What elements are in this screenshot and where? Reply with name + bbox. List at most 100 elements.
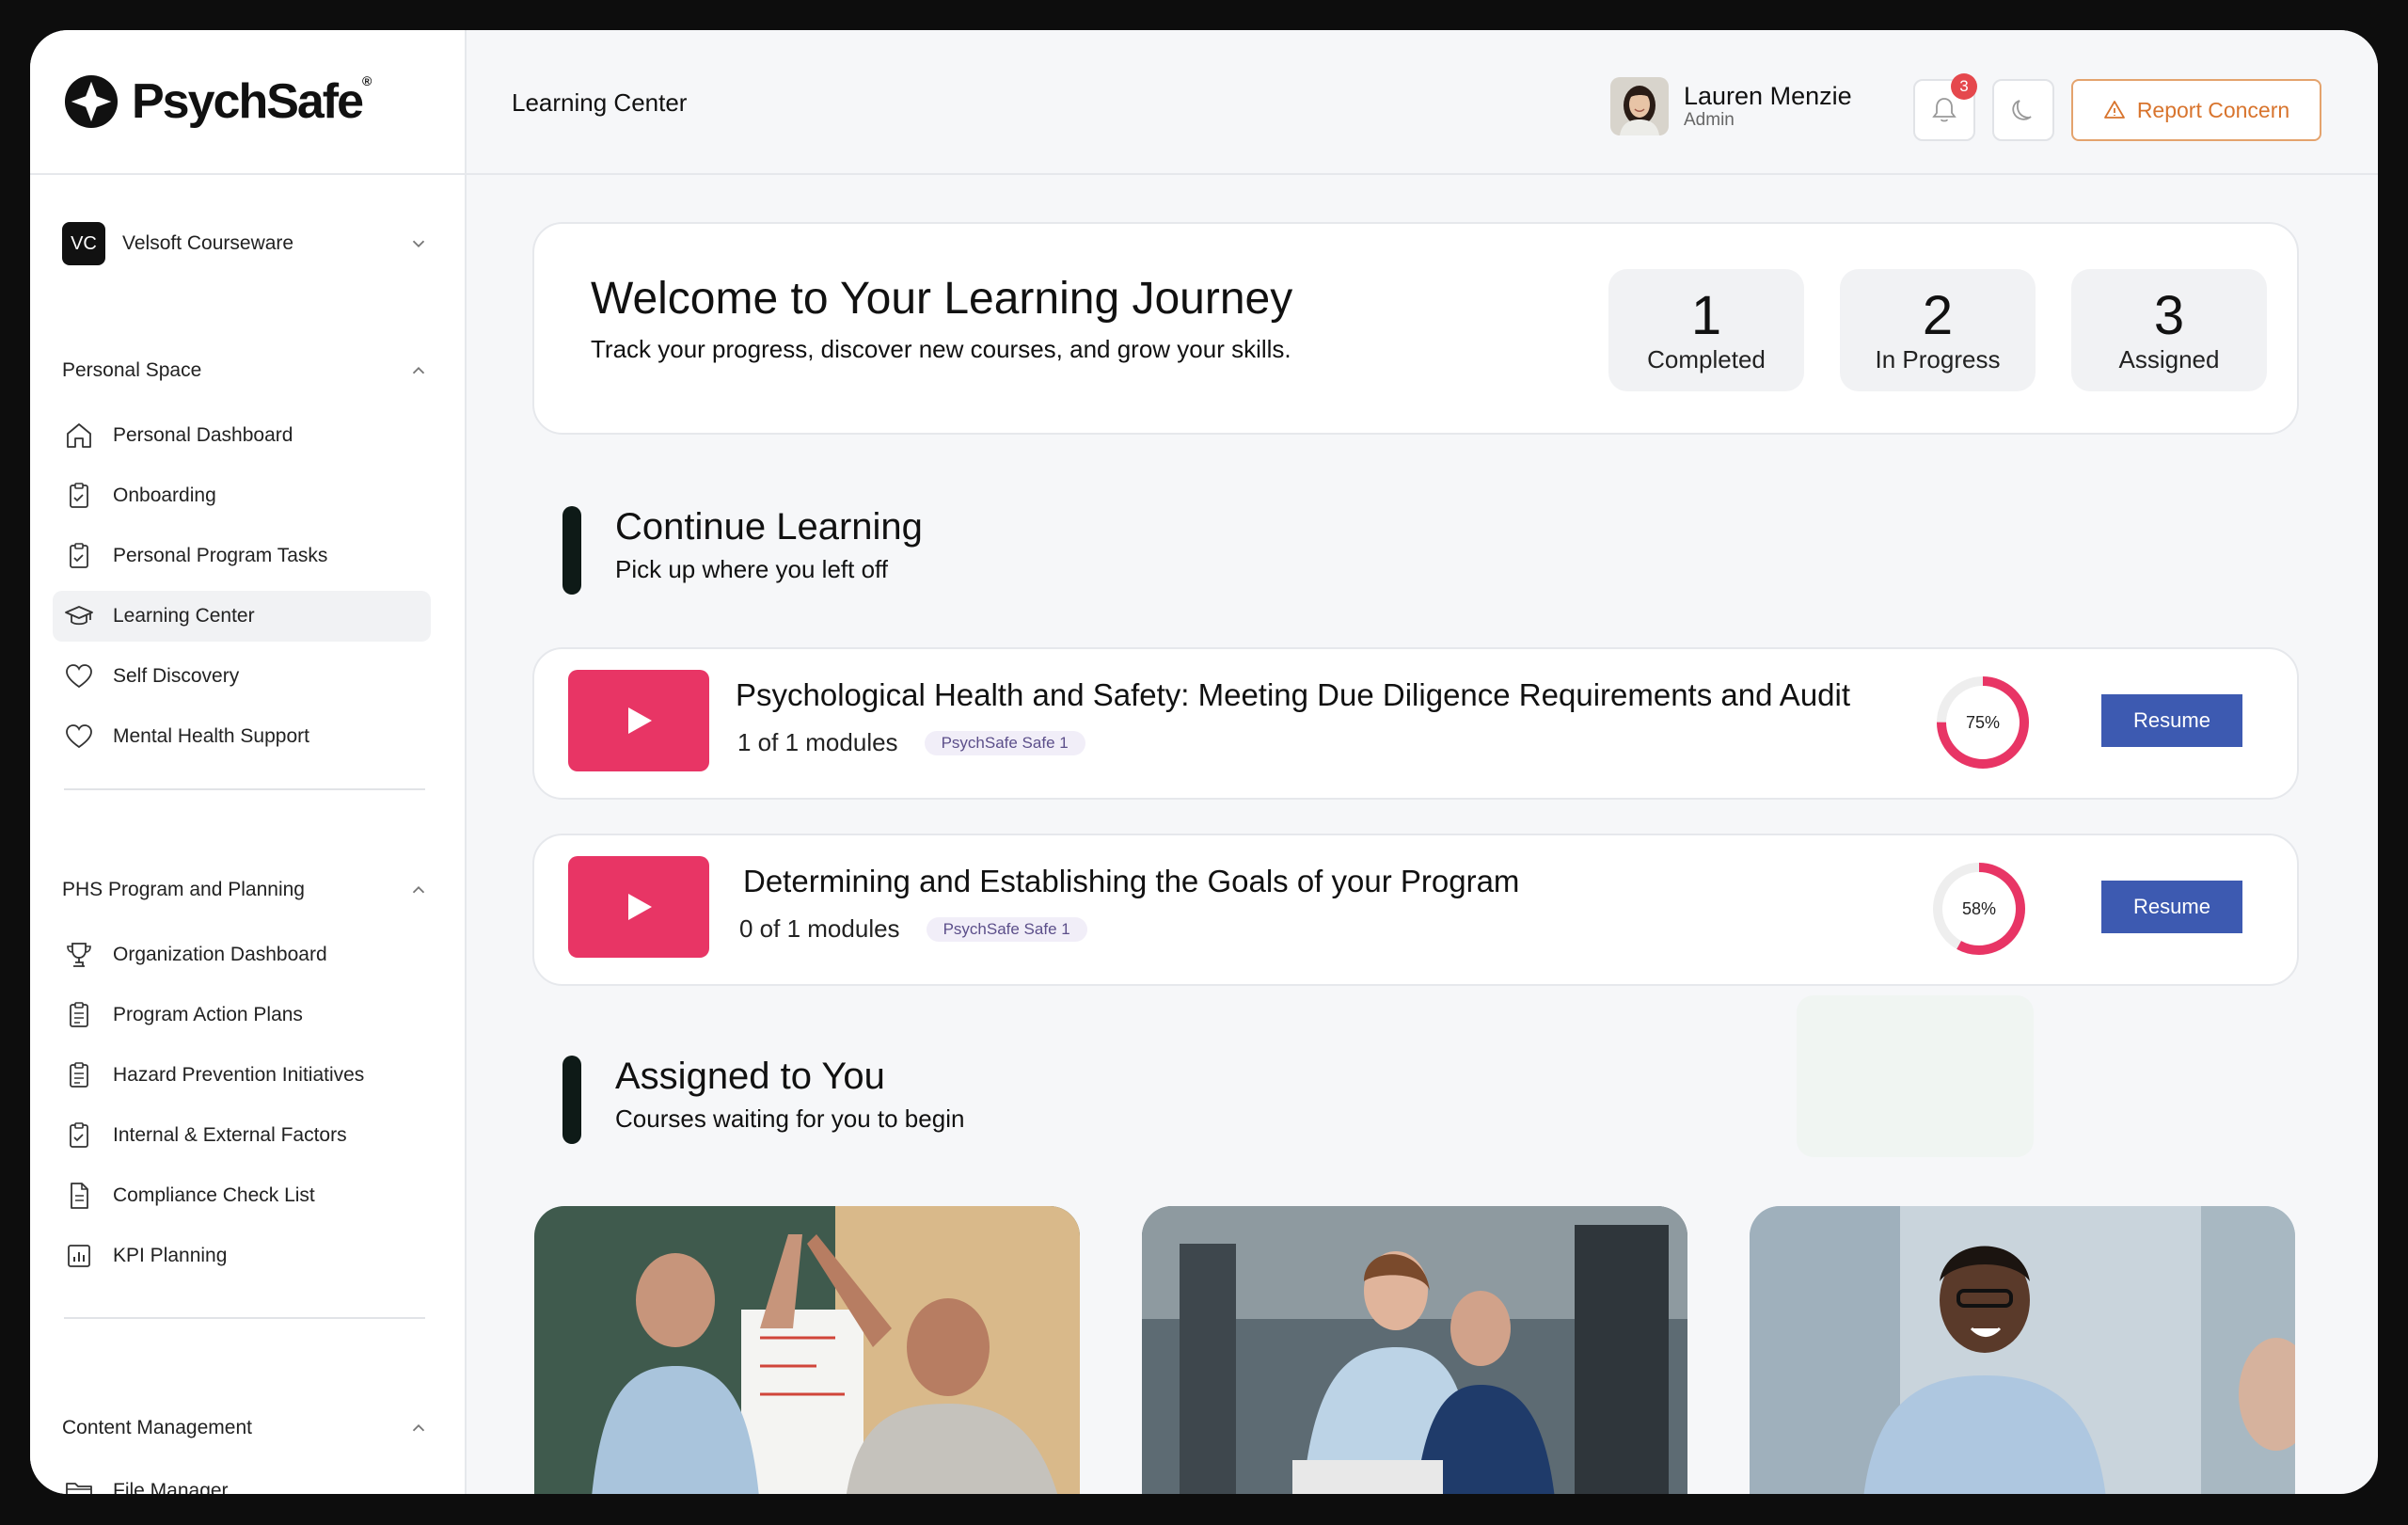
workspace-switcher[interactable]: VC Velsoft Courseware <box>62 220 429 267</box>
report-concern-label: Report Concern <box>2136 97 2290 122</box>
section-phs-program[interactable]: PHS Program and Planning <box>62 879 429 901</box>
play-icon <box>628 894 652 920</box>
sidebar-item-personal-program-tasks[interactable]: Personal Program Tasks <box>53 531 453 581</box>
course-modules: 0 of 1 modules <box>739 914 900 943</box>
stat-assigned: 3 Assigned <box>2071 269 2267 391</box>
sidebar-item-compliance-check-list[interactable]: Compliance Check List <box>53 1170 453 1221</box>
sidebar-item-label: Compliance Check List <box>113 1184 315 1206</box>
course-thumbnail[interactable] <box>568 856 709 958</box>
sidebar-item-file-manager[interactable]: File Manager <box>53 1466 453 1494</box>
clipboard-check-icon <box>70 483 88 508</box>
sidebar-item-onboarding[interactable]: Onboarding <box>53 470 453 521</box>
drag-ghost-overlay <box>1797 995 2034 1157</box>
trophy-icon <box>67 943 91 967</box>
sidebar-item-kpi-planning[interactable]: KPI Planning <box>53 1231 453 1281</box>
report-concern-button[interactable]: Report Concern <box>2071 79 2321 141</box>
assigned-course-card[interactable] <box>1750 1206 2295 1494</box>
psychsafe-logo-icon <box>64 74 119 129</box>
stat-label: Assigned <box>2118 344 2220 373</box>
course-image <box>1142 1206 1687 1494</box>
workspace-badge: VC <box>62 222 105 265</box>
assigned-course-card[interactable] <box>1142 1206 1687 1494</box>
sidebar-item-personal-dashboard[interactable]: Personal Dashboard <box>53 410 453 461</box>
warning-triangle-icon <box>2103 101 2125 119</box>
sidebar-item-label: Hazard Prevention Initiatives <box>113 1064 365 1086</box>
notifications-button[interactable]: 3 <box>1913 73 1977 141</box>
stat-label: Completed <box>1647 344 1766 373</box>
course-image <box>534 1206 1080 1494</box>
user-info: Lauren Menzie Admin <box>1684 82 1852 131</box>
app-window: PsychSafe® VC Velsoft Courseware Persona… <box>30 30 2378 1494</box>
course-modules: 1 of 1 modules <box>737 728 898 756</box>
welcome-title: Welcome to Your Learning Journey <box>591 274 1293 324</box>
sidebar-item-self-discovery[interactable]: Self Discovery <box>53 651 453 702</box>
section-personal-space[interactable]: Personal Space <box>62 359 429 382</box>
sidebar-item-label: File Manager <box>113 1480 229 1494</box>
course-title: Determining and Establishing the Goals o… <box>743 864 1520 898</box>
user-role: Admin <box>1684 110 1735 130</box>
page-title: Learning Center <box>512 88 688 117</box>
resume-button[interactable]: Resume <box>2101 881 2242 933</box>
logo[interactable]: PsychSafe® <box>30 30 465 175</box>
section-accent-bar <box>562 506 581 595</box>
sidebar-item-label: Personal Dashboard <box>113 424 293 446</box>
section-accent-bar <box>562 1056 581 1144</box>
sidebar-item-label: Self Discovery <box>113 665 240 687</box>
sidebar-item-organization-dashboard[interactable]: Organization Dashboard <box>53 929 453 980</box>
sidebar-item-mental-health-support[interactable]: Mental Health Support <box>53 711 453 762</box>
clipboard-list-icon <box>70 1062 88 1088</box>
course-meta: 0 of 1 modules PsychSafe Safe 1 <box>739 914 1087 944</box>
clipboard-check-icon <box>70 1122 88 1148</box>
top-bar: Learning Center Lauren Menzie Admin 3 Re… <box>467 30 2378 175</box>
progress-label: 75% <box>1966 713 2000 732</box>
stat-completed: 1 Completed <box>1608 269 1804 391</box>
assigned-course-card[interactable] <box>534 1206 1080 1494</box>
course-card[interactable]: Determining and Establishing the Goals o… <box>532 834 2299 986</box>
clipboard-list-icon <box>70 1002 88 1027</box>
section-subheading: Pick up where you left off <box>615 555 889 583</box>
section-content-management[interactable]: Content Management <box>62 1417 429 1439</box>
course-tag: PsychSafe Safe 1 <box>926 916 1087 942</box>
workspace-name: Velsoft Courseware <box>122 232 294 254</box>
sidebar-item-label: Learning Center <box>113 605 255 627</box>
chevron-down-icon <box>412 240 425 248</box>
course-tag: PsychSafe Safe 1 <box>924 730 1085 755</box>
stat-in-progress: 2 In Progress <box>1840 269 2036 391</box>
moon-icon <box>2012 100 2032 120</box>
user-name: Lauren Menzie <box>1684 82 1852 110</box>
course-thumbnail[interactable] <box>568 670 709 771</box>
theme-toggle-button[interactable] <box>1992 79 2054 141</box>
progress-ring: 75% <box>1937 676 2029 769</box>
section-heading: Continue Learning <box>615 506 923 548</box>
bar-chart-icon <box>68 1245 90 1267</box>
sidebar: PsychSafe® VC Velsoft Courseware Persona… <box>30 30 467 1494</box>
user-profile[interactable]: Lauren Menzie Admin <box>1610 77 1852 135</box>
stat-label: In Progress <box>1875 344 2001 373</box>
sidebar-item-label: Internal & External Factors <box>113 1124 347 1146</box>
sidebar-item-internal-external-factors[interactable]: Internal & External Factors <box>53 1110 453 1161</box>
course-meta: 1 of 1 modules PsychSafe Safe 1 <box>737 728 1085 757</box>
sidebar-divider <box>64 788 425 790</box>
chevron-up-icon <box>412 1423 425 1432</box>
sidebar-item-label: Onboarding <box>113 485 216 506</box>
welcome-subtitle: Track your progress, discover new course… <box>591 335 1291 363</box>
nav-content-management: File Manager <box>53 1466 453 1494</box>
section-title: Content Management <box>62 1417 252 1438</box>
sidebar-item-hazard-prevention[interactable]: Hazard Prevention Initiatives <box>53 1050 453 1101</box>
clipboard-check-icon <box>70 543 88 568</box>
chevron-up-icon <box>412 366 425 374</box>
notification-count-badge: 3 <box>1951 73 1977 100</box>
sidebar-item-program-action-plans[interactable]: Program Action Plans <box>53 990 453 1040</box>
section-subheading: Courses waiting for you to begin <box>615 1104 965 1133</box>
progress-ring: 58% <box>1933 863 2025 955</box>
course-card[interactable]: Psychological Health and Safety: Meeting… <box>532 647 2299 800</box>
resume-button[interactable]: Resume <box>2101 694 2242 747</box>
sidebar-item-label: Organization Dashboard <box>113 944 327 965</box>
stat-value: 3 <box>2153 284 2185 346</box>
stat-value: 2 <box>1922 284 1954 346</box>
heart-icon <box>66 724 92 749</box>
sidebar-item-label: KPI Planning <box>113 1245 228 1266</box>
play-icon <box>628 707 652 734</box>
sidebar-item-learning-center[interactable]: Learning Center <box>53 591 431 642</box>
section-title: PHS Program and Planning <box>62 879 305 900</box>
